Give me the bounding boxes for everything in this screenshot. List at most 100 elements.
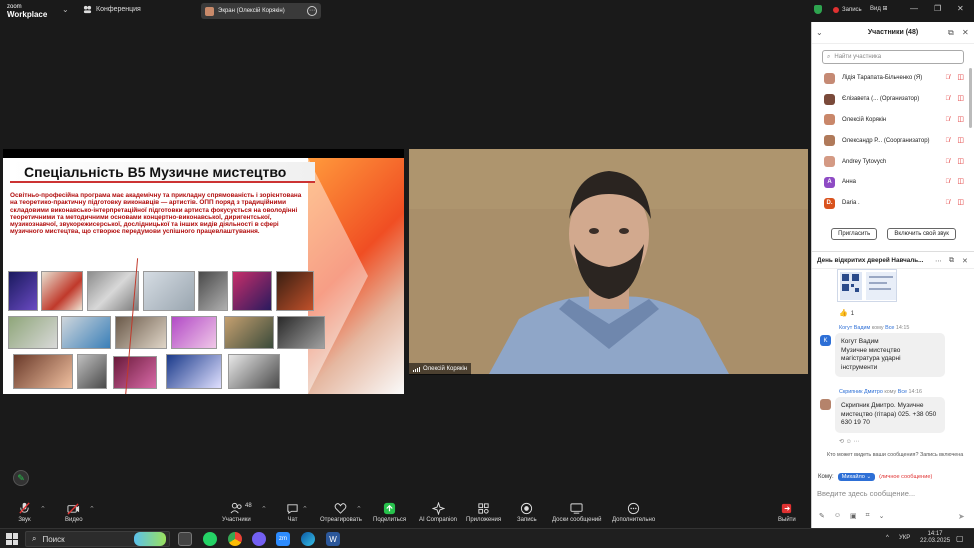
view-button[interactable]: Вид ⊞ [870,5,888,12]
participants-options-caret[interactable]: ⌃ [261,505,267,513]
language-indicator[interactable]: УКР [899,535,910,541]
thumbs-up-reaction[interactable]: 👍 1 [839,309,854,317]
conference-info-button[interactable]: Конференция [83,5,141,14]
participant-row[interactable]: Олексій Корякін 🎙̸ ◫ [812,110,974,131]
participant-name: Лідія Тарапата-Більченко (Я) [842,75,923,82]
record-status[interactable]: Запись [814,5,862,14]
shared-slide: Спеціальність В5 Музичне мистецтво Освіт… [3,149,404,394]
mic-off-icon[interactable]: 🎙̸ [945,116,953,124]
audio-button[interactable]: Звук [18,502,31,523]
chrome-icon[interactable] [228,532,242,546]
task-view-icon[interactable] [178,532,192,546]
mic-off-icon[interactable]: 🎙̸ [945,137,953,145]
message-meta: Когут Вадим кому Все 14:15 [839,325,909,331]
camera-off-icon[interactable]: ◫ [957,158,964,166]
participant-row[interactable]: Andrey Tytovych 🎙̸ ◫ [812,151,974,172]
mic-off-icon[interactable]: 🎙̸ [945,158,953,166]
camera-off-icon[interactable]: ◫ [957,74,964,82]
send-icon[interactable]: ➤ [958,512,965,521]
participants-scrollbar[interactable] [969,68,972,128]
notification-icon[interactable]: ▢ [956,534,964,543]
more-icon[interactable]: ⋯ [935,257,942,265]
close-icon[interactable]: ✕ [962,28,969,37]
chevron-down-icon[interactable]: ⌄ [879,512,885,520]
react-options-caret[interactable]: ⌃ [356,505,362,513]
chevron-down-icon[interactable]: ⌄ [62,5,69,14]
close-icon[interactable]: ✕ [962,257,968,265]
viber-icon[interactable] [252,532,266,546]
video-options-caret[interactable]: ⌃ [89,505,95,513]
participant-row[interactable]: А Анна 🎙̸ ◫ [812,172,974,193]
chat-title: День відкритих дверей Навчаль... [817,256,924,264]
participant-row[interactable]: Лідія Тарапата-Більченко (Я) 🎙̸ ◫ [812,68,974,89]
participant-actions: Пригласить Включить свой звук [812,228,974,240]
tray-chevron-icon[interactable]: ^ [886,535,889,541]
unmute-self-button[interactable]: Включить свой звук [887,228,956,240]
record-dot-icon [833,6,839,13]
camera-off-icon[interactable]: ◫ [957,137,964,145]
participant-row[interactable]: Єлізавета (... (Организатор) 🎙̸ ◫ [812,89,974,110]
slide-photo [8,316,58,349]
mic-off-icon[interactable]: 🎙̸ [945,74,953,82]
message-sender: Когут Вадим [839,325,871,331]
chat-button[interactable]: Чат [286,502,299,523]
audio-options-caret[interactable]: ⌃ [40,505,46,513]
participant-status: 🎙̸ ◫ [945,137,964,145]
avatar: А [824,176,835,188]
more-button[interactable]: Дополнительно [612,502,655,523]
mic-off-icon[interactable]: 🎙̸ [945,178,953,186]
whiteboards-button[interactable]: Доски сообщений [552,502,602,523]
leave-label: Выйти [778,517,796,523]
whatsapp-icon[interactable] [203,532,217,546]
chat-options-caret[interactable]: ⌃ [302,505,308,513]
widget-icon[interactable] [134,532,166,546]
minimize-icon[interactable]: — [910,4,918,13]
participant-row[interactable]: Олександр Р... (Соорганизатор) 🎙̸ ◫ [812,130,974,151]
recipient-select[interactable]: Михайло ⌄ [837,473,876,481]
camera-off-icon[interactable]: ◫ [957,199,964,207]
emoji-icon[interactable]: ☺ [834,512,841,520]
chevron-down-icon[interactable]: ⌄ [816,28,823,37]
record-button[interactable]: Запись [517,502,537,523]
message-actions[interactable]: ⟲ ☺ ⋯ [839,438,860,445]
mic-off-icon [19,502,30,514]
edge-icon[interactable] [301,532,315,546]
participant-name: Andrey Tytovych [842,158,887,165]
file-icon[interactable]: ▣ [850,512,857,520]
more-icon[interactable]: ⋯ [307,6,317,16]
zoom-logo: zoom Workplace [7,4,48,19]
recipient-row: Кому: Михайло ⌄ (личное сообщение) [818,473,932,481]
annotate-pen-icon[interactable]: ✎ [13,470,29,486]
camera-off-icon[interactable]: ◫ [957,178,964,186]
leave-button[interactable]: Выйти [778,502,796,523]
windows-start-icon[interactable] [6,533,18,545]
word-icon[interactable]: W [326,532,340,546]
slide-photo [171,316,217,349]
ai-companion-button[interactable]: AI Companion [419,502,457,523]
record-label: Запись [842,6,862,13]
popout-icon[interactable]: ⧉ [948,28,954,38]
screenshot-icon[interactable]: ⌗ [866,512,870,520]
chat-input[interactable]: Введите здесь сообщение... [817,489,915,498]
restore-icon[interactable]: ❐ [934,4,941,13]
invite-button[interactable]: Пригласить [831,228,878,240]
participant-row[interactable]: D. Daria . 🎙̸ ◫ [812,193,974,214]
video-button[interactable]: Видео [65,502,83,523]
apps-button[interactable]: Приложения [466,502,501,523]
format-icon[interactable]: ✎ [819,512,825,520]
screen-share-indicator[interactable]: Экран (Олексій Корякін) ⋯ [201,3,321,19]
camera-off-icon[interactable]: ◫ [957,116,964,124]
mic-off-icon[interactable]: 🎙̸ [945,199,953,207]
close-icon[interactable]: ✕ [957,4,964,13]
zoom-app-icon[interactable]: zm [276,532,290,546]
share-button[interactable]: Поделиться [373,502,406,523]
mic-off-icon[interactable]: 🎙̸ [945,95,953,103]
chat-visibility-notice[interactable]: Кто может видеть ваши сообщения? Запись … [827,452,967,459]
participant-video[interactable] [409,149,808,374]
taskbar-clock[interactable]: 14:17 22.03.2025 [920,531,950,545]
slide-photo [228,354,280,389]
avatar [824,72,835,84]
participant-search-input[interactable]: ⌕ Найти участника [822,50,964,64]
camera-off-icon[interactable]: ◫ [957,95,964,103]
popout-icon[interactable]: ⧉ [949,257,954,265]
